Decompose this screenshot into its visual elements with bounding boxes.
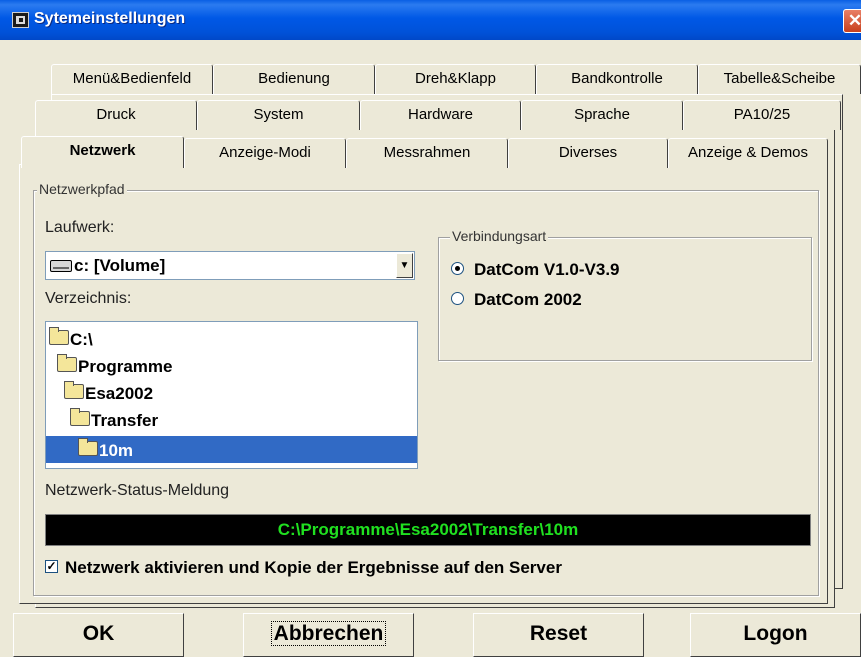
activate-network-checkbox[interactable]: ✓ Netzwerk aktivieren und Kopie der Ergeb… bbox=[45, 557, 562, 579]
directory-item-selected[interactable]: 10m bbox=[46, 436, 417, 463]
folder-open-icon bbox=[57, 354, 77, 373]
netzwerkpfad-legend: Netzwerkpfad bbox=[37, 181, 127, 197]
ok-button[interactable]: OK bbox=[13, 613, 184, 657]
cancel-button[interactable]: Abbrechen bbox=[243, 613, 414, 657]
tab-pa10-25[interactable]: PA10/25 bbox=[683, 100, 841, 130]
drive-label: Laufwerk: bbox=[45, 219, 115, 236]
logon-button[interactable]: Logon bbox=[690, 613, 861, 657]
directory-item[interactable]: Programme bbox=[57, 352, 172, 379]
dropdown-arrow-icon[interactable]: ▼ bbox=[396, 253, 413, 278]
drive-value: c: [Volume] bbox=[74, 256, 166, 275]
tab-anzeige-demos[interactable]: Anzeige & Demos bbox=[668, 138, 828, 168]
directory-item[interactable]: C:\ bbox=[49, 325, 93, 352]
tab-system[interactable]: System bbox=[197, 100, 360, 130]
tab-bandkontrolle[interactable]: Bandkontrolle bbox=[536, 64, 698, 94]
tab-sprache[interactable]: Sprache bbox=[521, 100, 683, 130]
drive-icon bbox=[50, 260, 72, 272]
tab-diverses[interactable]: Diverses bbox=[508, 138, 668, 168]
tab-dreh-klapp[interactable]: Dreh&Klapp bbox=[375, 64, 536, 94]
netzwerk-page: Netzwerkpfad Laufwerk: c: [Volume] ▼ Ver… bbox=[19, 166, 825, 604]
tab-menu-bedienfeld[interactable]: Menü&Bedienfeld bbox=[51, 64, 213, 94]
reset-button[interactable]: Reset bbox=[473, 613, 644, 657]
radio-checked-icon[interactable] bbox=[451, 262, 464, 276]
directory-item[interactable]: Transfer bbox=[70, 406, 158, 433]
checkbox-checked-icon[interactable]: ✓ bbox=[45, 560, 58, 574]
app-icon[interactable] bbox=[12, 12, 29, 28]
radio-datcom-2002[interactable]: DatCom 2002 bbox=[451, 289, 582, 311]
drive-select[interactable]: c: [Volume] ▼ bbox=[45, 251, 415, 280]
tab-druck[interactable]: Druck bbox=[35, 100, 197, 130]
directory-label: Verzeichnis: bbox=[45, 290, 132, 307]
status-display: C:\Programme\Esa2002\Transfer\10m bbox=[45, 514, 811, 546]
radio-unchecked-icon[interactable] bbox=[451, 292, 464, 306]
directory-item[interactable]: Esa2002 bbox=[64, 379, 153, 406]
folder-open-icon bbox=[49, 327, 69, 346]
tab-tabelle-scheibe[interactable]: Tabelle&Scheibe bbox=[698, 64, 861, 94]
radio-datcom-v1[interactable]: DatCom V1.0-V3.9 bbox=[451, 259, 620, 281]
window-title: Sytemeinstellungen bbox=[34, 10, 186, 27]
tab-hardware[interactable]: Hardware bbox=[360, 100, 521, 130]
status-label: Netzwerk-Status-Meldung bbox=[45, 482, 230, 499]
tab-messrahmen[interactable]: Messrahmen bbox=[346, 138, 508, 168]
folder-open-icon bbox=[64, 381, 84, 400]
close-button[interactable]: ✕ bbox=[843, 9, 861, 33]
tab-anzeige-modi[interactable]: Anzeige-Modi bbox=[184, 138, 346, 168]
tab-netzwerk[interactable]: Netzwerk bbox=[21, 136, 184, 168]
settings-dialog: Sytemeinstellungen ✕ Menü&Bedienfeld Bed… bbox=[0, 0, 861, 657]
folder-open-icon bbox=[78, 438, 98, 457]
directory-list[interactable]: C:\ Programme Esa2002 Transfer 10m bbox=[45, 321, 418, 469]
tab-bedienung[interactable]: Bedienung bbox=[213, 64, 375, 94]
folder-open-icon bbox=[70, 408, 90, 427]
title-bar[interactable]: Sytemeinstellungen ✕ bbox=[0, 0, 861, 40]
verbindungsart-legend: Verbindungsart bbox=[450, 228, 549, 244]
